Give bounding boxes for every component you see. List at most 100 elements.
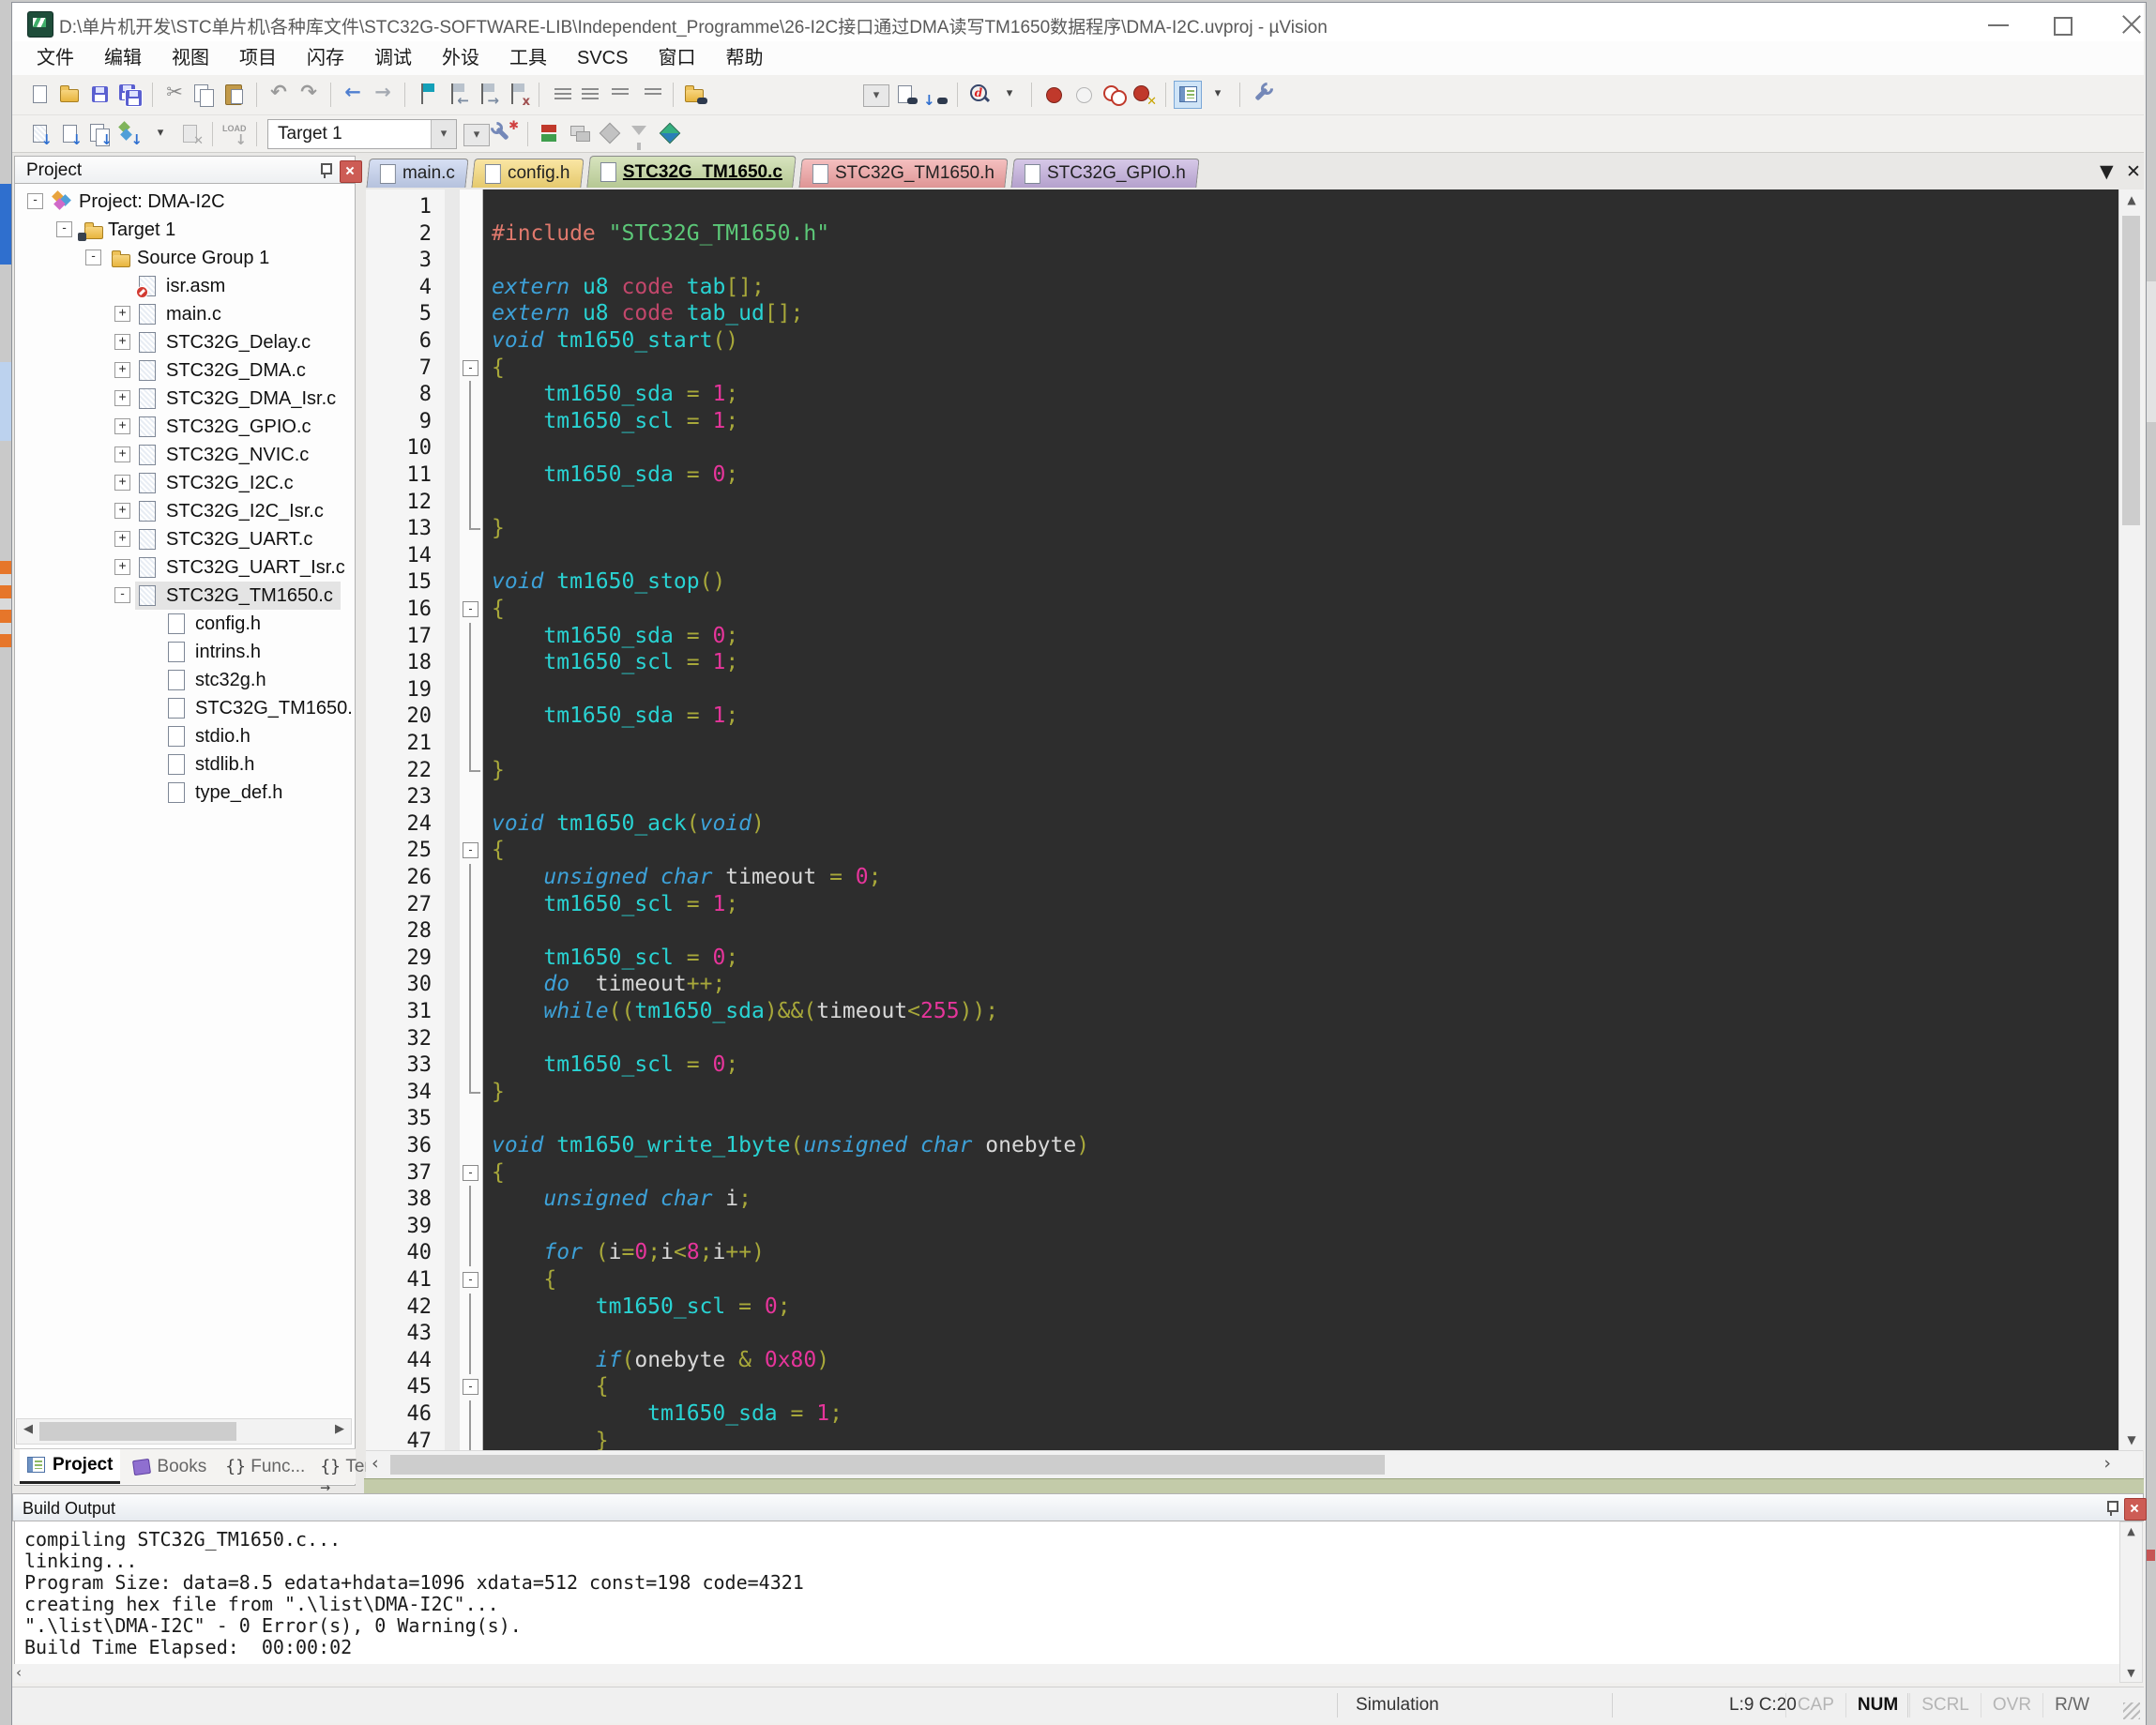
code-line[interactable]: 14: [366, 542, 2143, 569]
bookmark-next-icon[interactable]: →: [473, 81, 501, 109]
chevron-down-icon[interactable]: ▾: [431, 119, 456, 148]
cut-icon[interactable]: ✂: [160, 81, 189, 109]
code-line[interactable]: 44 if(onebyte & 0x80): [366, 1346, 2143, 1374]
options-wand-icon[interactable]: ✱: [492, 120, 520, 148]
comment-icon[interactable]: [607, 81, 635, 109]
outdent-icon[interactable]: [577, 81, 605, 109]
tree-item[interactable]: STC32G_TM1650.c: [135, 582, 341, 610]
scroll-left-icon[interactable]: ‹: [372, 1453, 379, 1474]
menu-item-10[interactable]: 帮助: [710, 42, 778, 74]
collapse-icon[interactable]: -: [27, 193, 43, 209]
scroll-up-icon[interactable]: ▲: [2119, 193, 2144, 206]
tree-item[interactable]: type_def.h: [164, 779, 290, 807]
code-line[interactable]: 37 -{: [366, 1159, 2143, 1187]
tree-row[interactable]: config.h: [14, 610, 354, 638]
collapse-icon[interactable]: -: [85, 250, 101, 265]
pin-icon[interactable]: [313, 160, 332, 179]
code-editor[interactable]: 1 2 #include "STC32G_TM1650.h" 3 4 extern u8 …: [366, 189, 2143, 1450]
tree-row[interactable]: stdio.h: [14, 722, 354, 750]
fold-collapse-icon[interactable]: -: [463, 842, 478, 859]
tree-row[interactable]: + STC32G_UART_Isr.c: [14, 553, 354, 582]
code-line[interactable]: 41 - {: [366, 1266, 2143, 1294]
code-line[interactable]: 22}: [366, 756, 2143, 784]
function-filter-icon[interactable]: [626, 120, 654, 150]
redo-icon[interactable]: ↷: [295, 81, 323, 109]
fold-collapse-icon[interactable]: -: [463, 1164, 478, 1181]
tree-item[interactable]: Project: DMA-I2C: [48, 188, 233, 216]
tree-item[interactable]: isr.asm: [135, 272, 233, 300]
tree-row[interactable]: - Project: DMA-I2C: [14, 188, 354, 216]
manage-items-icon[interactable]: [566, 120, 594, 148]
tree-item[interactable]: STC32G_GPIO.c: [135, 413, 319, 441]
fold-collapse-icon[interactable]: -: [463, 359, 478, 376]
code-line[interactable]: 42 tm1650_scl = 0;: [366, 1293, 2143, 1321]
editor-tab-config-h[interactable]: config.h: [471, 159, 585, 188]
code-line[interactable]: 47 }: [366, 1427, 2143, 1450]
tree-item[interactable]: intrins.h: [164, 638, 268, 666]
project-panel-close-icon[interactable]: [340, 160, 362, 183]
caret-icon[interactable]: ▾: [1204, 81, 1232, 109]
tree-row[interactable]: + main.c: [14, 300, 354, 328]
tree-item[interactable]: stdlib.h: [164, 750, 262, 779]
code-line[interactable]: 23: [366, 783, 2143, 810]
code-line[interactable]: 33 tm1650_scl = 0;: [366, 1052, 2143, 1080]
code-line[interactable]: 32: [366, 1024, 2143, 1052]
tree-row[interactable]: stc32g.h: [14, 666, 354, 694]
menu-item-8[interactable]: SVCS: [562, 42, 643, 74]
open-folder-icon[interactable]: [56, 81, 84, 109]
expand-icon[interactable]: +: [114, 446, 130, 462]
code-line[interactable]: 18 tm1650_scl = 1;: [366, 649, 2143, 677]
bookmark-toggle-icon[interactable]: [413, 81, 441, 109]
menu-item-7[interactable]: 工具: [494, 42, 562, 74]
code-line[interactable]: 7 -{: [366, 355, 2143, 382]
collapse-icon[interactable]: -: [56, 221, 72, 237]
menu-item-9[interactable]: 窗口: [643, 42, 710, 74]
menu-item-1[interactable]: 编辑: [89, 42, 157, 74]
code-line[interactable]: 26 unsigned char timeout = 0;: [366, 864, 2143, 891]
search-combo-icon[interactable]: ▾: [861, 81, 889, 109]
code-line[interactable]: 15 void tm1650_stop(): [366, 568, 2143, 596]
fold-collapse-icon[interactable]: -: [463, 1272, 478, 1288]
code-line[interactable]: 19: [366, 675, 2143, 704]
scroll-right-icon[interactable]: ›: [2103, 1453, 2111, 1474]
menu-item-2[interactable]: 视图: [157, 42, 224, 74]
stop-build-icon[interactable]: ✕: [176, 120, 205, 148]
tree-row[interactable]: + STC32G_I2C.c: [14, 469, 354, 497]
caret-icon[interactable]: ▾: [995, 81, 1024, 109]
tree-row[interactable]: + STC32G_UART.c: [14, 525, 354, 553]
expand-icon[interactable]: +: [114, 559, 130, 575]
tree-row[interactable]: - STC32G_TM1650.c: [14, 582, 354, 610]
indent-icon[interactable]: [547, 81, 575, 109]
code-line[interactable]: 30 do timeout++;: [366, 971, 2143, 999]
code-line[interactable]: 29 tm1650_scl = 0;: [366, 944, 2143, 972]
build-output-vscrollbar[interactable]: ▲ ▼: [2119, 1521, 2143, 1683]
expand-icon[interactable]: +: [114, 503, 130, 519]
tree-item[interactable]: Source Group 1: [106, 244, 277, 272]
pack-installer-icon[interactable]: [656, 120, 684, 148]
collapse-icon[interactable]: -: [114, 587, 130, 603]
code-line[interactable]: 2 #include "STC32G_TM1650.h": [366, 220, 2143, 248]
build-output-hscrollbar[interactable]: ‹: [14, 1664, 2119, 1683]
code-line[interactable]: 21: [366, 730, 2143, 757]
build-icon[interactable]: ↓: [56, 120, 84, 148]
scrollbar-thumb[interactable]: [390, 1455, 1385, 1475]
code-line[interactable]: 1: [366, 193, 2143, 220]
tree-item[interactable]: Target 1: [77, 216, 183, 244]
fold-collapse-icon[interactable]: -: [463, 601, 478, 617]
pin-icon[interactable]: [2100, 1498, 2118, 1517]
tree-row[interactable]: + STC32G_NVIC.c: [14, 441, 354, 469]
code-line[interactable]: 34}: [366, 1078, 2143, 1106]
code-line[interactable]: 28: [366, 917, 2143, 946]
code-line[interactable]: 20 tm1650_sda = 1;: [366, 703, 2143, 731]
resize-grip[interactable]: [2123, 1702, 2140, 1719]
panel-tab-project[interactable]: Project: [20, 1449, 121, 1484]
bookmark-clear-icon[interactable]: x: [503, 81, 531, 109]
maximize-button[interactable]: [2035, 6, 2091, 43]
tree-item[interactable]: STC32G_DMA_Isr.c: [135, 385, 343, 413]
editor-tab-stc32g_tm1650-h[interactable]: STC32G_TM1650.h: [797, 159, 1009, 188]
rebuild-icon[interactable]: ↓: [86, 120, 114, 148]
breakpoint-insert-icon[interactable]: [1040, 81, 1068, 109]
code-line[interactable]: 25 -{: [366, 837, 2143, 864]
tree-row[interactable]: intrins.h: [14, 638, 354, 666]
paste-icon[interactable]: [220, 81, 249, 109]
